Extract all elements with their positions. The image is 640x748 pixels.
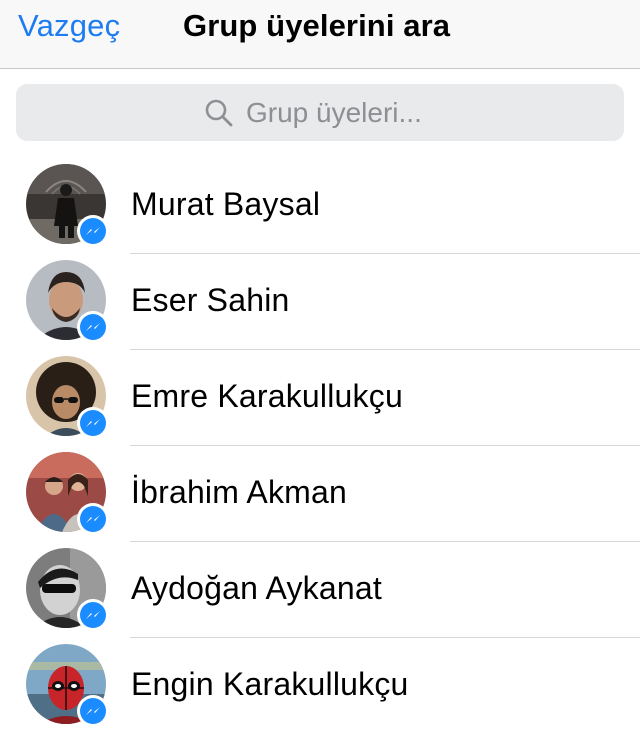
search-bar-content [16,84,624,141]
messenger-badge-icon [77,695,109,727]
member-name: Eser Sahin [131,282,290,318]
navigation-bar: Vazgeç Grup üyelerini ara [0,0,640,69]
member-name: Engin Karakullukçu [131,666,409,702]
member-row[interactable]: İbrahim Akman [0,446,640,542]
member-row[interactable]: Engin Karakullukçu [0,638,640,734]
messenger-badge-icon [77,503,109,535]
messenger-badge-icon [77,311,109,343]
search-icon [204,98,234,128]
member-name: Aydoğan Aykanat [131,570,382,606]
member-name: İbrahim Akman [131,474,348,510]
cancel-button[interactable]: Vazgeç [18,4,120,48]
member-row[interactable]: Emre Karakullukçu [0,350,640,446]
search-group-members-screen: Vazgeç Grup üyelerini ara Grup üyeleri..… [0,0,640,748]
member-name: Murat Baysal [131,186,321,222]
member-row[interactable]: Aydoğan Aykanat [0,542,640,638]
member-list: Murat Baysal Eser Sahin Emre Karakullukç… [0,158,640,734]
member-row[interactable]: Eser Sahin [0,254,640,350]
messenger-badge-icon [77,215,109,247]
page-title: Grup üyelerini ara [183,8,451,43]
search-bar[interactable] [16,84,624,141]
search-input[interactable] [246,96,436,129]
messenger-badge-icon [77,407,109,439]
member-row[interactable]: Murat Baysal [0,158,640,254]
member-name: Emre Karakullukçu [131,378,403,414]
messenger-badge-icon [77,599,109,631]
